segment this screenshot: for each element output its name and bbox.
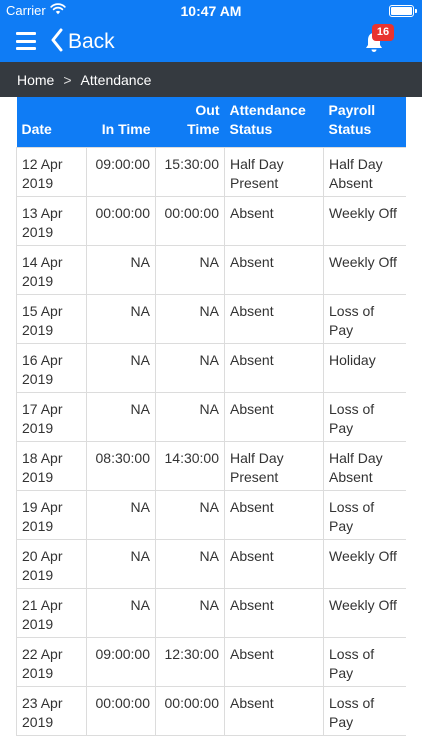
- battery-icon: [389, 5, 417, 17]
- table-row: 21 Apr 2019 NA NA Absent Weekly Off: [16, 587, 406, 638]
- cell-date: 19 Apr 2019: [16, 489, 87, 540]
- attendance-table-container[interactable]: Date In Time Out Time Attendance Status Pa…: [16, 97, 406, 750]
- cell-attendance-status: Absent: [224, 489, 324, 540]
- cell-attendance-status: Absent: [224, 342, 324, 393]
- cell-date: 16 Apr 2019: [16, 342, 87, 393]
- cell-out-time: NA: [155, 489, 225, 540]
- cell-date: 17 Apr 2019: [16, 391, 87, 442]
- cell-out-time: 14:30:00: [155, 440, 225, 491]
- cell-date: 22 Apr 2019: [16, 636, 87, 687]
- header-date: Date: [16, 97, 87, 147]
- header-payroll-status: Payroll Status: [323, 97, 406, 147]
- cell-out-time: 15:30:00: [155, 146, 225, 197]
- table-row: 23 Apr 2019 00:00:00 00:00:00 Absent Loss of …: [16, 685, 406, 736]
- cell-date: 20 Apr 2019: [16, 538, 87, 589]
- chevron-left-icon: [50, 28, 64, 57]
- cell-attendance-status: Absent: [224, 685, 324, 736]
- table-row: 15 Apr 2019 NA NA Absent Loss of Pay: [16, 293, 406, 344]
- menu-icon[interactable]: [16, 32, 36, 50]
- header-out-time: Out Time: [155, 97, 225, 147]
- cell-payroll-status: Half Day Absent: [323, 440, 406, 491]
- breadcrumb-separator: >: [63, 71, 72, 88]
- cell-in-time: NA: [86, 489, 156, 540]
- cell-in-time: 09:00:00: [86, 636, 156, 687]
- cell-date: 18 Apr 2019: [16, 440, 87, 491]
- cell-in-time: NA: [86, 587, 156, 638]
- cell-out-time: NA: [155, 587, 225, 638]
- cell-out-time: 00:00:00: [155, 195, 225, 246]
- cell-date: 14 Apr 2019: [16, 244, 87, 295]
- cell-out-time: NA: [155, 293, 225, 344]
- cell-attendance-status: Absent: [224, 636, 324, 687]
- cell-payroll-status: Half Day Absent: [323, 146, 406, 197]
- notification-badge: 16: [372, 24, 394, 41]
- cell-payroll-status: Holiday: [323, 342, 406, 393]
- cell-attendance-status: Absent: [224, 293, 324, 344]
- breadcrumb: Home > Attendance: [0, 62, 422, 97]
- cell-in-time: NA: [86, 342, 156, 393]
- cell-payroll-status: Weekly Off: [323, 587, 406, 638]
- cell-out-time: 00:00:00: [155, 685, 225, 736]
- table-row: 16 Apr 2019 NA NA Absent Holiday: [16, 342, 406, 393]
- status-bar: Carrier 10:47 AM: [0, 0, 422, 22]
- attendance-table: Date In Time Out Time Attendance Status Pa…: [16, 97, 406, 736]
- cell-out-time: NA: [155, 391, 225, 442]
- cell-in-time: 00:00:00: [86, 685, 156, 736]
- cell-payroll-status: Loss of Pay: [323, 391, 406, 442]
- table-row: 17 Apr 2019 NA NA Absent Loss of Pay: [16, 391, 406, 442]
- back-label: Back: [68, 30, 115, 53]
- cell-attendance-status: Absent: [224, 195, 324, 246]
- cell-attendance-status: Half Day Present: [224, 440, 324, 491]
- cell-payroll-status: Loss of Pay: [323, 293, 406, 344]
- cell-attendance-status: Half Day Present: [224, 146, 324, 197]
- cell-attendance-status: Absent: [224, 538, 324, 589]
- cell-in-time: NA: [86, 391, 156, 442]
- header-in-time: In Time: [86, 97, 156, 147]
- cell-in-time: NA: [86, 538, 156, 589]
- cell-attendance-status: Absent: [224, 587, 324, 638]
- breadcrumb-current: Attendance: [80, 71, 152, 88]
- cell-in-time: 09:00:00: [86, 146, 156, 197]
- table-row: 20 Apr 2019 NA NA Absent Weekly Off: [16, 538, 406, 589]
- back-button[interactable]: Back: [50, 28, 115, 56]
- navbar: Back: [0, 22, 422, 62]
- table-row: 13 Apr 2019 00:00:00 00:00:00 Absent Weekly O…: [16, 195, 406, 246]
- cell-date: 23 Apr 2019: [16, 685, 87, 736]
- table-row: 18 Apr 2019 08:30:00 14:30:00 Half Day Presen…: [16, 440, 406, 491]
- cell-in-time: 00:00:00: [86, 195, 156, 246]
- table-row: 14 Apr 2019 NA NA Absent Weekly Off: [16, 244, 406, 295]
- cell-date: 12 Apr 2019: [16, 146, 87, 197]
- cell-payroll-status: Weekly Off: [323, 538, 406, 589]
- cell-payroll-status: Weekly Off: [323, 195, 406, 246]
- cell-in-time: NA: [86, 293, 156, 344]
- status-time: 10:47 AM: [180, 3, 242, 19]
- cell-payroll-status: Weekly Off: [323, 244, 406, 295]
- cell-payroll-status: Loss of Pay: [323, 489, 406, 540]
- table-row: 12 Apr 2019 09:00:00 15:30:00 Half Day Presen…: [16, 146, 406, 197]
- table-row: 22 Apr 2019 09:00:00 12:30:00 Absent Loss of …: [16, 636, 406, 687]
- table-header-row: Date In Time Out Time Attendance Status Pa…: [16, 97, 406, 147]
- cell-out-time: NA: [155, 538, 225, 589]
- cell-out-time: NA: [155, 244, 225, 295]
- cell-date: 21 Apr 2019: [16, 587, 87, 638]
- cell-out-time: 12:30:00: [155, 636, 225, 687]
- cell-in-time: 08:30:00: [86, 440, 156, 491]
- cell-in-time: NA: [86, 244, 156, 295]
- breadcrumb-home[interactable]: Home: [17, 72, 54, 88]
- table-row: 19 Apr 2019 NA NA Absent Loss of Pay: [16, 489, 406, 540]
- cell-out-time: NA: [155, 342, 225, 393]
- cell-date: 15 Apr 2019: [16, 293, 87, 344]
- cell-payroll-status: Loss of Pay: [323, 636, 406, 687]
- cell-attendance-status: Absent: [224, 391, 324, 442]
- header-attendance-status: Attendance Status: [224, 97, 324, 147]
- cell-payroll-status: Loss of Pay: [323, 685, 406, 736]
- cell-attendance-status: Absent: [224, 244, 324, 295]
- cell-date: 13 Apr 2019: [16, 195, 87, 246]
